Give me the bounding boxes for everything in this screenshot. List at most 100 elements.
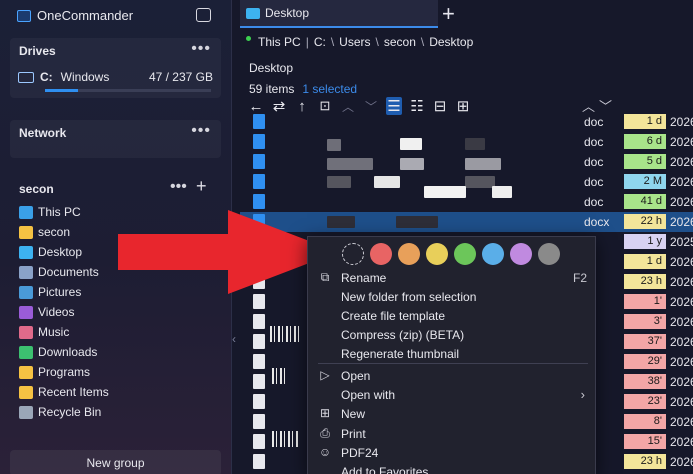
menu-item-rename[interactable]: ⧉ Rename F2 xyxy=(308,268,597,287)
drives-panel: Drives ••• C: Windows 47 / 237 GB xyxy=(10,38,221,98)
file-age-badge: 23 h xyxy=(624,274,666,289)
file-age-badge: 5 d xyxy=(624,154,666,169)
sidebar-item-label: Documents xyxy=(38,265,99,279)
menu-item-label: Print xyxy=(341,426,366,441)
sidebar-item-downloads[interactable]: Downloads xyxy=(19,343,97,361)
breadcrumb-item[interactable]: Desktop xyxy=(429,35,473,49)
file-year: 2026 xyxy=(670,355,693,369)
drive-usage-fill xyxy=(45,89,79,92)
breadcrumb-separator: | xyxy=(305,35,309,49)
network-more-icon[interactable]: ••• xyxy=(191,122,211,140)
color-swatch[interactable] xyxy=(426,243,448,265)
sidebar-item-label: Pictures xyxy=(38,285,82,299)
breadcrumb-item[interactable]: secon xyxy=(384,35,416,49)
sidebar-item-label: Videos xyxy=(38,305,75,319)
redacted-filename xyxy=(465,138,485,150)
file-year: 2026 xyxy=(670,255,693,269)
redacted-filename xyxy=(327,158,373,170)
file-year: 2026 xyxy=(670,315,693,329)
file-year: 2026 xyxy=(670,295,693,309)
new-tab-icon[interactable]: + xyxy=(442,1,455,27)
menu-item-label: Compress (zip) (BETA) xyxy=(341,327,465,342)
sidebar-item-documents[interactable]: Documents xyxy=(19,263,99,281)
file-year: 2026 xyxy=(670,335,693,349)
color-tag-swatches xyxy=(342,243,560,265)
downloads-icon xyxy=(19,345,33,359)
status-dot-icon xyxy=(246,35,251,41)
menu-item-new-folder-from-selection[interactable]: New folder from selection xyxy=(308,287,597,306)
menu-item-open[interactable]: ▷ Open xyxy=(308,366,597,385)
file-year: 2026 xyxy=(670,455,693,469)
sidebar-item-recent-items[interactable]: Recent Items xyxy=(19,383,109,401)
sidebar-item-secon[interactable]: secon xyxy=(19,223,70,241)
menu-item-new[interactable]: ⊞ New xyxy=(308,404,597,423)
breadcrumb-item[interactable]: This PC xyxy=(258,35,301,49)
sidebar-item-desktop[interactable]: Desktop xyxy=(19,243,82,261)
table-row[interactable]: doc 41 d 2026 xyxy=(240,192,693,212)
menu-item-label: Open xyxy=(341,368,371,383)
tab-desktop[interactable]: Desktop xyxy=(240,0,438,28)
sidebar-item-this-pc[interactable]: This PC xyxy=(19,203,81,221)
file-year: 2026 xyxy=(670,135,693,149)
drive-size: 47 / 237 GB xyxy=(148,70,213,84)
tree-add-icon[interactable]: + xyxy=(196,176,207,197)
sidebar-item-label: Recycle Bin xyxy=(38,405,102,419)
breadcrumb-item[interactable]: Users xyxy=(339,35,370,49)
sidebar-item-programs[interactable]: Programs xyxy=(19,363,90,381)
color-swatch[interactable] xyxy=(398,243,420,265)
drives-more-icon[interactable]: ••• xyxy=(191,40,211,58)
sidebar-item-pictures[interactable]: Pictures xyxy=(19,283,81,301)
word-doc-icon xyxy=(253,154,265,169)
drive-item[interactable]: C: Windows 47 / 237 GB xyxy=(18,70,213,84)
redacted-filename xyxy=(424,186,466,198)
color-swatch[interactable] xyxy=(370,243,392,265)
menu-item-print[interactable]: ⎙ Print xyxy=(308,424,597,443)
color-swatch[interactable] xyxy=(538,243,560,265)
color-swatch[interactable] xyxy=(454,243,476,265)
sidebar-item-recycle-bin[interactable]: Recycle Bin xyxy=(19,403,101,421)
table-row[interactable]: doc 1 d 2026 xyxy=(240,112,693,132)
menu-item-pdf24[interactable]: ☺ PDF24 xyxy=(308,443,597,462)
file-icon xyxy=(253,334,265,349)
file-age-badge: 23' xyxy=(624,394,666,409)
breadcrumb-separator: \ xyxy=(420,35,425,49)
menu-item-label: New folder from selection xyxy=(341,289,477,304)
network-panel: Network ••• xyxy=(10,120,221,158)
window-layout-icon[interactable] xyxy=(196,8,211,22)
menu-item-compress-zip-beta[interactable]: Compress (zip) (BETA) xyxy=(308,325,597,344)
file-year: 2026 xyxy=(670,375,693,389)
menu-item-add-to-favorites[interactable]: Add to Favorites xyxy=(308,462,597,474)
menu-item-label: PDF24 xyxy=(341,445,379,460)
collapse-handle-icon[interactable]: ‹ xyxy=(232,332,236,346)
file-age-badge: 3' xyxy=(624,314,666,329)
breadcrumb-separator: \ xyxy=(330,35,335,49)
file-icon xyxy=(253,354,265,369)
file-age-badge: 1 d xyxy=(624,114,666,129)
menu-item-regenerate-thumbnail[interactable]: Regenerate thumbnail xyxy=(308,344,597,363)
folder-name: Desktop xyxy=(249,61,294,75)
open-icon: ▷ xyxy=(320,368,330,382)
tree-more-icon[interactable]: ••• xyxy=(170,178,187,196)
drive-usage-bar xyxy=(45,89,211,92)
file-icon xyxy=(253,414,265,429)
redacted-filename xyxy=(400,138,422,150)
sidebar-item-videos[interactable]: Videos xyxy=(19,303,74,321)
file-year: 2025 xyxy=(670,235,693,249)
breadcrumb: This PC | C: \ Users \ secon \ Desktop xyxy=(246,35,473,49)
color-swatch[interactable] xyxy=(482,243,504,265)
menu-item-open-with[interactable]: Open with › xyxy=(308,385,597,404)
file-age-badge: 37' xyxy=(624,334,666,349)
desktop-tab-icon xyxy=(246,7,260,19)
sidebar-item-music[interactable]: Music xyxy=(19,323,69,341)
file-icon xyxy=(253,294,265,309)
file-ext: doc xyxy=(584,135,604,149)
menu-item-create-file-template[interactable]: Create file template xyxy=(308,306,597,325)
color-swatch[interactable] xyxy=(510,243,532,265)
breadcrumb-item[interactable]: C: xyxy=(314,35,326,49)
app-title-label: OneCommander xyxy=(37,8,134,23)
new-group-button[interactable]: New group xyxy=(10,450,221,474)
no-color-swatch[interactable] xyxy=(342,243,364,265)
recent-icon xyxy=(19,385,33,399)
file-year: 2026 xyxy=(670,435,693,449)
file-icon xyxy=(253,434,265,449)
